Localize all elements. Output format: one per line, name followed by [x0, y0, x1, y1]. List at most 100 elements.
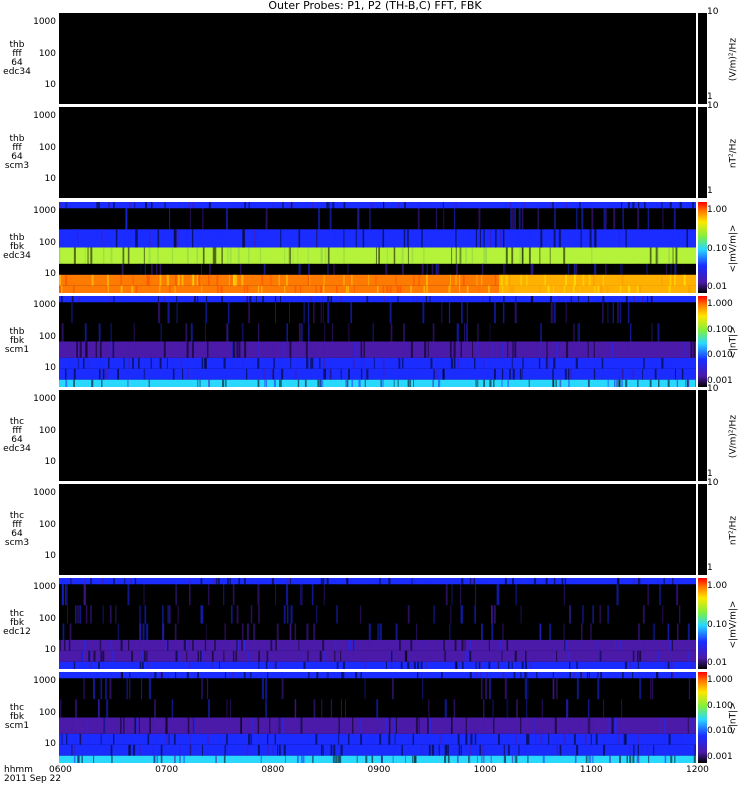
- spectrogram-streak: [207, 274, 210, 286]
- spectrogram-streak: [468, 755, 470, 763]
- spectrogram-streak: [506, 699, 509, 718]
- spectrogram-streak: [396, 285, 399, 293]
- spectrogram-streak: [526, 678, 529, 700]
- spectrogram-streak: [508, 661, 510, 669]
- colorbar-tick-label: 10: [707, 478, 719, 488]
- spectrogram-streak: [601, 368, 604, 380]
- spectrogram-streak: [569, 605, 571, 624]
- colorbar-tick-label: 0.01: [707, 281, 728, 292]
- spectrogram-streak: [516, 699, 518, 718]
- spectrogram-streak: [493, 717, 495, 734]
- spectrogram-streak: [245, 296, 247, 303]
- spectrogram-streak: [82, 357, 85, 369]
- spectrogram-streak: [188, 584, 191, 606]
- spectrogram-streak: [312, 208, 314, 230]
- spectrogram-streak: [74, 323, 77, 342]
- spectrogram-streak: [109, 208, 112, 230]
- spectrogram-streak: [73, 368, 76, 380]
- spectrogram-streak: [313, 699, 316, 718]
- spectrogram-streak: [310, 357, 312, 369]
- spectrogram-streak: [553, 229, 556, 248]
- spectrogram-streak: [617, 733, 620, 745]
- spectrogram-streak: [300, 755, 303, 763]
- spectrogram-streak: [73, 247, 76, 264]
- spectrogram-streak: [549, 247, 551, 264]
- spectrogram-streak: [167, 605, 169, 624]
- spectrogram-streak: [368, 605, 371, 624]
- spectrogram-streak: [368, 274, 370, 286]
- spectrogram-streak: [603, 744, 606, 756]
- spectrogram-streak: [201, 285, 203, 293]
- spectrogram-streak: [167, 302, 170, 324]
- spectrogram-streak: [577, 323, 579, 342]
- colorbar: [698, 296, 707, 387]
- spectrogram-streak: [99, 357, 102, 369]
- spectrogram-streak: [209, 263, 211, 275]
- spectrogram-streak: [375, 274, 377, 286]
- spectrogram-streak: [294, 623, 297, 640]
- spectrogram-band: [59, 744, 696, 756]
- spectrogram-streak: [278, 274, 280, 286]
- spectrogram-streak: [286, 717, 289, 734]
- spectrogram-streak: [101, 229, 103, 248]
- spectrogram-streak: [289, 341, 292, 358]
- spectrogram-panel: [59, 13, 696, 104]
- spectrogram-streak: [298, 229, 301, 248]
- spectrogram-streak: [295, 578, 297, 585]
- spectrogram-streak: [144, 605, 147, 624]
- spectrogram-streak: [113, 578, 115, 585]
- spectrogram-streak: [102, 661, 104, 669]
- spectrogram-streak: [246, 368, 248, 380]
- spectrogram-streak: [604, 605, 606, 624]
- spectrogram-streak: [352, 650, 354, 662]
- spectrogram-streak: [673, 699, 676, 718]
- spectrogram-streak: [218, 578, 220, 585]
- spectrogram-streak: [131, 302, 134, 324]
- spectrogram-streak: [497, 302, 499, 324]
- spectrogram-streak: [525, 661, 528, 669]
- spectrogram-streak: [145, 733, 147, 745]
- spectrogram-streak: [117, 368, 119, 380]
- spectrogram-streak: [600, 672, 603, 679]
- spectrogram-streak: [413, 379, 414, 387]
- spectrogram-streak: [319, 323, 321, 342]
- spectrogram-streak: [646, 263, 648, 275]
- spectrogram-streak: [132, 357, 134, 369]
- spectrogram-streak: [441, 302, 443, 324]
- spectrogram-streak: [457, 605, 460, 624]
- spectrogram-streak: [632, 672, 634, 679]
- spectrogram-streak: [275, 639, 277, 651]
- spectrogram-streak: [523, 744, 526, 756]
- spectrogram-streak: [77, 744, 79, 756]
- spectrogram-streak: [76, 639, 78, 651]
- spectrogram-streak: [460, 341, 462, 358]
- spectrogram-streak: [225, 368, 228, 380]
- spectrogram-streak: [670, 755, 673, 763]
- spectrogram-streak: [244, 341, 247, 358]
- spectrogram-streak: [413, 755, 416, 763]
- spectrogram-streak: [528, 229, 531, 248]
- spectrogram-streak: [573, 661, 575, 669]
- y-tick-label: 10: [44, 739, 56, 750]
- spectrogram-streak: [295, 678, 298, 700]
- colorbar-tick-label: 10: [707, 101, 719, 111]
- spectrogram-streak: [335, 263, 337, 275]
- spectrogram-streak: [568, 368, 570, 380]
- spectrogram-streak: [309, 650, 311, 662]
- spectrogram-streak: [250, 733, 252, 745]
- spectrogram-streak: [300, 717, 303, 734]
- spectrogram-streak: [423, 208, 425, 230]
- spectrogram-streak: [342, 661, 346, 669]
- spectrogram-streak: [621, 368, 624, 380]
- spectrogram-streak: [204, 639, 207, 651]
- spectrogram-streak: [215, 661, 218, 669]
- spectrogram-streak: [657, 678, 659, 700]
- y-tick-label: 100: [38, 48, 56, 59]
- spectrogram-streak: [629, 323, 632, 342]
- spectrogram-streak: [308, 323, 310, 342]
- y-tick-label: 1000: [33, 394, 56, 405]
- spectrogram-streak: [480, 672, 482, 679]
- spectrogram-streak: [418, 274, 420, 286]
- spectrogram-streak: [614, 623, 616, 640]
- spectrogram-streak: [298, 639, 300, 651]
